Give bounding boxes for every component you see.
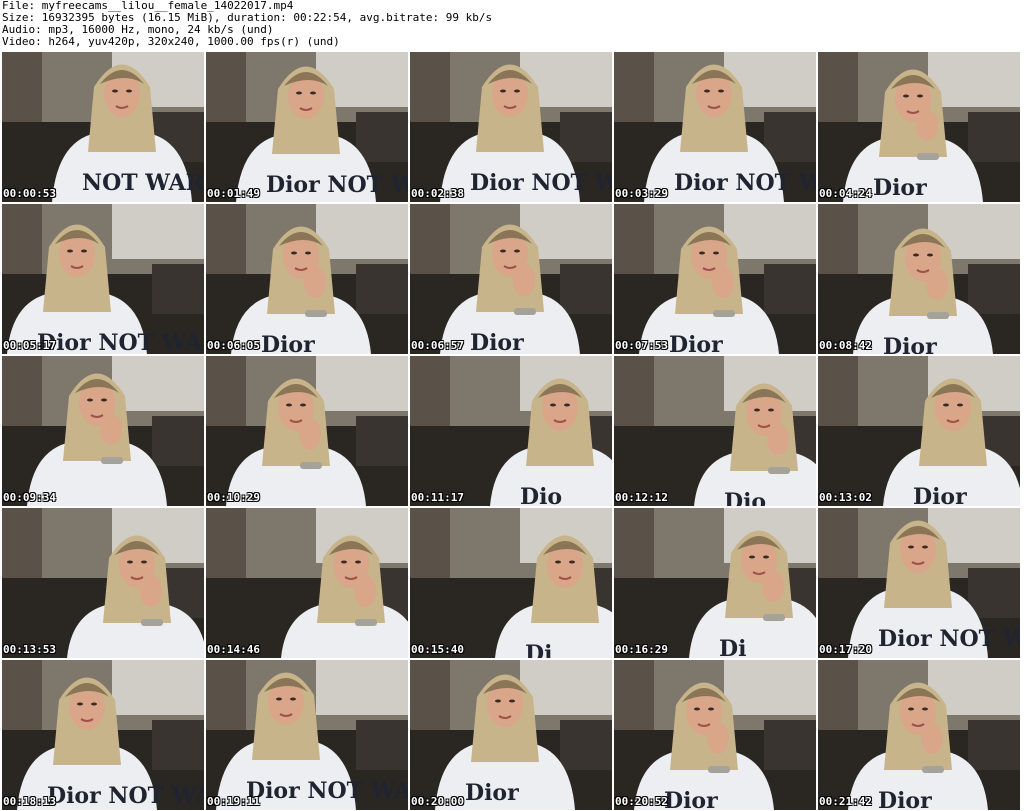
thumbnail-frame-image: Dior NOT WAR	[818, 508, 1020, 658]
thumbnail-frame-image: Dior	[818, 356, 1020, 506]
thumbnail-frame-image: Dio	[410, 356, 612, 506]
video-thumbnail: 00:10:29	[206, 356, 408, 506]
thumbnail-frame-image: Dio	[614, 356, 816, 506]
video-thumbnail: Dior 00:07:53	[614, 204, 816, 354]
shirt-print-text: Dior NOT WAR	[470, 170, 612, 196]
shirt-print-text: Dior NOT WAR	[266, 172, 408, 198]
thumbnail-timestamp: 00:02:38	[411, 187, 464, 200]
shirt-print-text: Dior	[664, 788, 718, 810]
shirt-print-text: Dior NOT WAR	[246, 778, 408, 804]
thumbnail-frame-image: Di	[614, 508, 816, 658]
video-thumbnail: Dior 00:06:57	[410, 204, 612, 354]
thumbnail-grid: NOT WAR00:00:53Dior NOT WAR00:01:49Dior …	[2, 52, 1020, 810]
thumbnail-frame-image: Dior NOT WAR	[614, 52, 816, 202]
video-thumbnail: Dior 00:21:42	[818, 660, 1020, 810]
thumbnail-timestamp: 00:10:29	[207, 491, 260, 504]
thumbnail-timestamp: 00:21:42	[819, 795, 872, 808]
thumbnail-timestamp: 00:15:40	[411, 643, 464, 656]
shirt-print-text: Dior	[470, 330, 524, 354]
video-thumbnail: Dior 00:06:05	[206, 204, 408, 354]
thumbnail-timestamp: 00:09:34	[3, 491, 56, 504]
thumbnail-timestamp: 00:12:12	[615, 491, 668, 504]
thumbnail-timestamp: 00:18:13	[3, 795, 56, 808]
shirt-print-text: Dior NOT WAR	[674, 170, 816, 196]
thumbnail-timestamp: 00:17:20	[819, 643, 872, 656]
thumbnail-frame-image: NOT WAR	[2, 52, 204, 202]
thumbnail-timestamp: 00:16:29	[615, 643, 668, 656]
shirt-print-text: Di	[719, 636, 746, 658]
thumbnail-timestamp: 00:20:52	[615, 795, 668, 808]
shirt-print-text: Dio	[520, 484, 562, 506]
thumbnail-frame-image: Dior NOT WAR	[2, 660, 204, 810]
video-thumbnail: Dio 00:12:12	[614, 356, 816, 506]
shirt-print-text: Dior NOT WAR	[37, 330, 204, 354]
thumbnail-timestamp: 00:03:29	[615, 187, 668, 200]
thumbnail-timestamp: 00:04:24	[819, 187, 872, 200]
video-thumbnail: Dior 00:04:24	[818, 52, 1020, 202]
thumbnail-timestamp: 00:06:57	[411, 339, 464, 352]
thumbnail-timestamp: 00:20:00	[411, 795, 464, 808]
thumbnail-frame-image	[2, 508, 204, 658]
thumbnail-timestamp: 00:19:11	[207, 795, 260, 808]
video-thumbnail: Dior NOT WAR 00:01:49	[206, 52, 408, 202]
shirt-print-text: Dior	[465, 780, 519, 806]
video-thumbnail: Dio 00:11:17	[410, 356, 612, 506]
video-thumbnail: 00:14:46	[206, 508, 408, 658]
thumbnail-timestamp: 00:13:53	[3, 643, 56, 656]
thumbnail-frame-image: Dior	[410, 204, 612, 354]
video-info-line: Video: h264, yuv420p, 320x240, 1000.00 f…	[2, 35, 340, 48]
video-thumbnail: Dior 00:13:02	[818, 356, 1020, 506]
thumbnail-timestamp: 00:06:05	[207, 339, 260, 352]
thumbnail-frame-image: Dior	[614, 660, 816, 810]
thumbnail-frame-image: Dior	[818, 204, 1020, 354]
thumbnail-timestamp: 00:13:02	[819, 491, 872, 504]
shirt-print-text: Dio	[724, 489, 766, 506]
video-thumbnail: Dior NOT WAR 00:17:20	[818, 508, 1020, 658]
shirt-print-text: Dior	[669, 332, 723, 354]
shirt-print-text: NOT WAR	[82, 170, 204, 196]
shirt-print-text: Dior	[883, 334, 937, 354]
thumbnail-timestamp: 00:11:17	[411, 491, 464, 504]
thumbnail-frame-image: Dior	[614, 204, 816, 354]
video-thumbnail: Dior NOT WAR00:18:13	[2, 660, 204, 810]
video-thumbnail: Dior 00:08:42	[818, 204, 1020, 354]
shirt-print-text: Dior	[261, 332, 315, 354]
thumbnail-frame-image: Dior NOT WAR	[206, 52, 408, 202]
video-thumbnail: Di 00:16:29	[614, 508, 816, 658]
thumbnail-timestamp: 00:14:46	[207, 643, 260, 656]
video-thumbnail: Di 00:15:40	[410, 508, 612, 658]
video-thumbnail: Dior NOT WAR 00:03:29	[614, 52, 816, 202]
thumbnail-timestamp: 00:08:42	[819, 339, 872, 352]
thumbnail-frame-image	[2, 356, 204, 506]
thumbnail-frame-image: Dior NOT WAR	[206, 660, 408, 810]
thumbnail-frame-image	[206, 356, 408, 506]
shirt-print-text: Dior NOT WAR	[878, 626, 1020, 652]
thumbnail-frame-image: Dior NOT WAR	[2, 204, 204, 354]
thumbnail-frame-image: Di	[410, 508, 612, 658]
shirt-print-text: Dior	[878, 788, 932, 810]
video-thumbnail: Dior NOT WAR 00:05:17	[2, 204, 204, 354]
thumbnail-frame-image: Dior NOT WAR	[410, 52, 612, 202]
video-thumbnail: 00:09:34	[2, 356, 204, 506]
thumbnail-frame-image: Dior	[818, 660, 1020, 810]
thumbnail-frame-image: Dior	[410, 660, 612, 810]
thumbnail-frame-image: Dior	[818, 52, 1020, 202]
shirt-print-text: Di	[525, 641, 552, 658]
video-thumbnail: NOT WAR 00:00:53	[2, 52, 204, 202]
thumbnail-timestamp: 00:01:49	[207, 187, 260, 200]
video-thumbnail: Dior 00:20:52	[614, 660, 816, 810]
shirt-print-text: Dior	[913, 484, 967, 506]
video-thumbnail: Dior NOT WAR00:19:11	[206, 660, 408, 810]
thumbnail-frame-image: Dior	[206, 204, 408, 354]
file-info-header: File: myfreecams__lilou__female_14022017…	[2, 0, 1022, 50]
thumbnail-timestamp: 00:05:17	[3, 339, 56, 352]
shirt-print-text: Dior NOT WAR	[47, 783, 204, 809]
shirt-print-text: Dior	[873, 175, 927, 201]
thumbnail-timestamp: 00:07:53	[615, 339, 668, 352]
video-thumbnail: Dior NOT WAR 00:02:38	[410, 52, 612, 202]
video-thumbnail: Dior 00:20:00	[410, 660, 612, 810]
thumbnail-timestamp: 00:00:53	[3, 187, 56, 200]
video-thumbnail: 00:13:53	[2, 508, 204, 658]
thumbnail-frame-image	[206, 508, 408, 658]
